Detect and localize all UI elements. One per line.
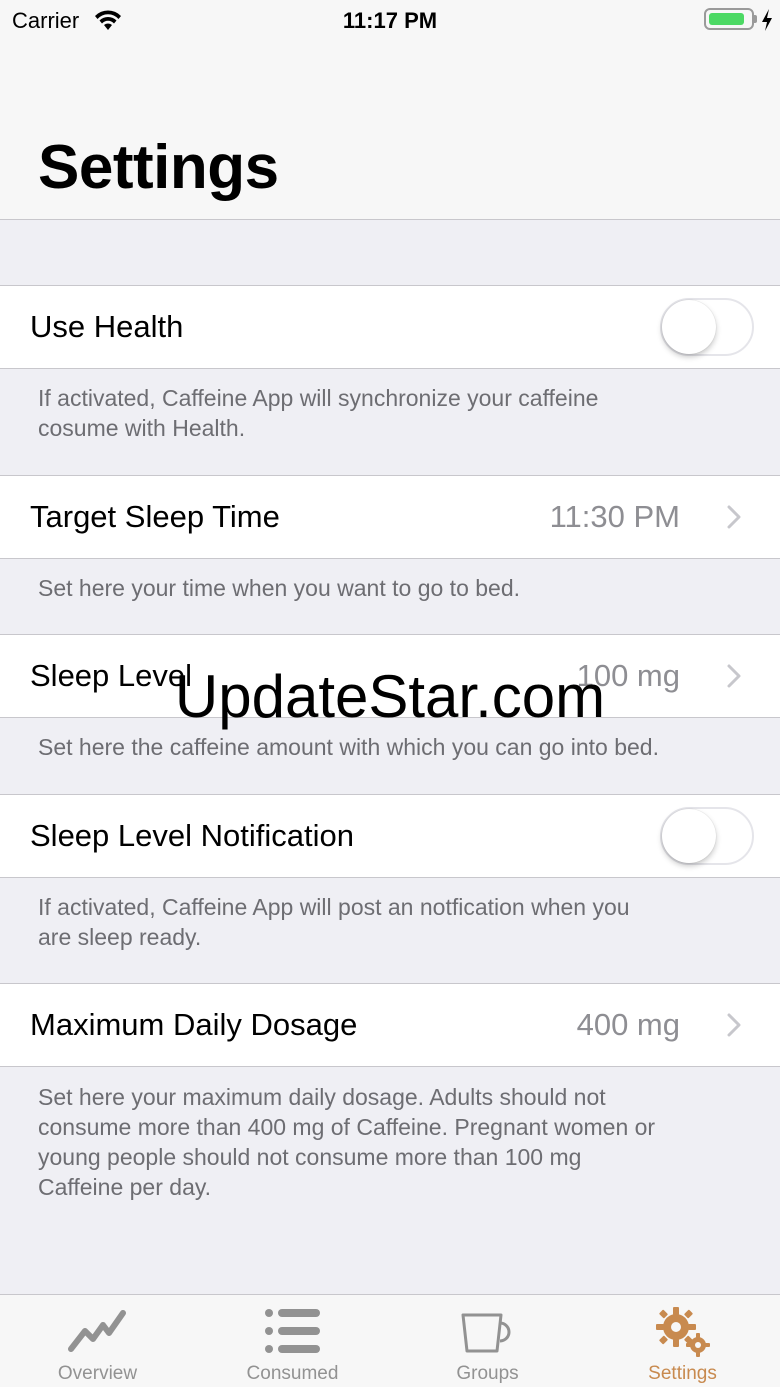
target-sleep-time-footer: Set here your time when you want to go t… <box>38 573 748 603</box>
sleep-level-notification-row: Sleep Level Notification <box>0 794 780 878</box>
target-sleep-time-value: 11:30 PM <box>549 499 680 534</box>
tab-label: Settings <box>648 1363 717 1384</box>
tab-label: Groups <box>456 1363 519 1384</box>
tab-settings[interactable]: Settings <box>585 1295 780 1387</box>
target-sleep-time-label: Target Sleep Time <box>30 499 280 534</box>
watermark: UpdateStar.com <box>174 663 606 730</box>
chart-line-icon <box>67 1310 126 1352</box>
footer-line: are sleep ready. <box>38 924 202 950</box>
battery-fill <box>709 13 745 25</box>
gears-icon <box>655 1307 710 1357</box>
cup-icon <box>461 1313 510 1353</box>
page-title: Settings <box>38 133 279 202</box>
tab-consumed[interactable]: Consumed <box>195 1295 390 1387</box>
tab-label: Consumed <box>246 1363 339 1384</box>
tab-label: Overview <box>57 1363 138 1384</box>
tab-overview[interactable]: Overview <box>0 1295 195 1387</box>
chevron-right-icon <box>727 505 741 529</box>
maximum-daily-dosage-value: 400 mg <box>576 1007 680 1042</box>
target-sleep-time-row[interactable]: Target Sleep Time 11:30 PM <box>0 475 780 559</box>
footer-line: Caffeine per day. <box>38 1174 212 1200</box>
maximum-daily-dosage-footer: Set here your maximum daily dosage. Adul… <box>38 1082 748 1202</box>
sleep-level-notification-footer: If activated, Caffeine App will post an … <box>38 892 748 952</box>
footer-line: consume more than 400 mg of Caffeine. Pr… <box>38 1114 656 1140</box>
toggle-knob <box>662 809 716 863</box>
footer-line: Set here the caffeine amount with which … <box>38 734 659 760</box>
footer-line: Set here your time when you want to go t… <box>38 575 521 601</box>
footer-line: Set here your maximum daily dosage. Adul… <box>38 1084 606 1110</box>
use-health-row: Use Health <box>0 285 780 369</box>
footer-line: If activated, Caffeine App will synchron… <box>38 385 599 411</box>
status-bar: Carrier 11:17 PM <box>0 0 780 40</box>
list-icon <box>264 1309 320 1353</box>
status-time: 11:17 PM <box>342 8 438 33</box>
maximum-daily-dosage-label: Maximum Daily Dosage <box>30 1007 358 1042</box>
sleep-level-notification-label: Sleep Level Notification <box>30 818 354 853</box>
battery-tip <box>754 15 757 23</box>
footer-line: If activated, Caffeine App will post an … <box>38 894 630 920</box>
footer-line: cosume with Health. <box>38 415 246 441</box>
use-health-label: Use Health <box>30 309 184 344</box>
use-health-toggle[interactable] <box>660 298 754 356</box>
chevron-right-icon <box>727 1013 741 1037</box>
tab-groups[interactable]: Groups <box>390 1295 585 1387</box>
sleep-level-footer: Set here the caffeine amount with which … <box>38 732 748 762</box>
maximum-daily-dosage-row[interactable]: Maximum Daily Dosage 400 mg <box>0 983 780 1067</box>
toggle-knob <box>662 300 716 354</box>
navigation-bar: Settings <box>0 40 780 220</box>
sleep-level-notification-toggle[interactable] <box>660 807 754 865</box>
battery-icon <box>704 8 754 30</box>
footer-line: young people should not consume more tha… <box>38 1144 582 1170</box>
use-health-footer: If activated, Caffeine App will synchron… <box>38 383 748 443</box>
tab-bar: Overview Consumed Groups Settings <box>0 1294 780 1387</box>
charging-bolt-icon <box>762 9 772 31</box>
